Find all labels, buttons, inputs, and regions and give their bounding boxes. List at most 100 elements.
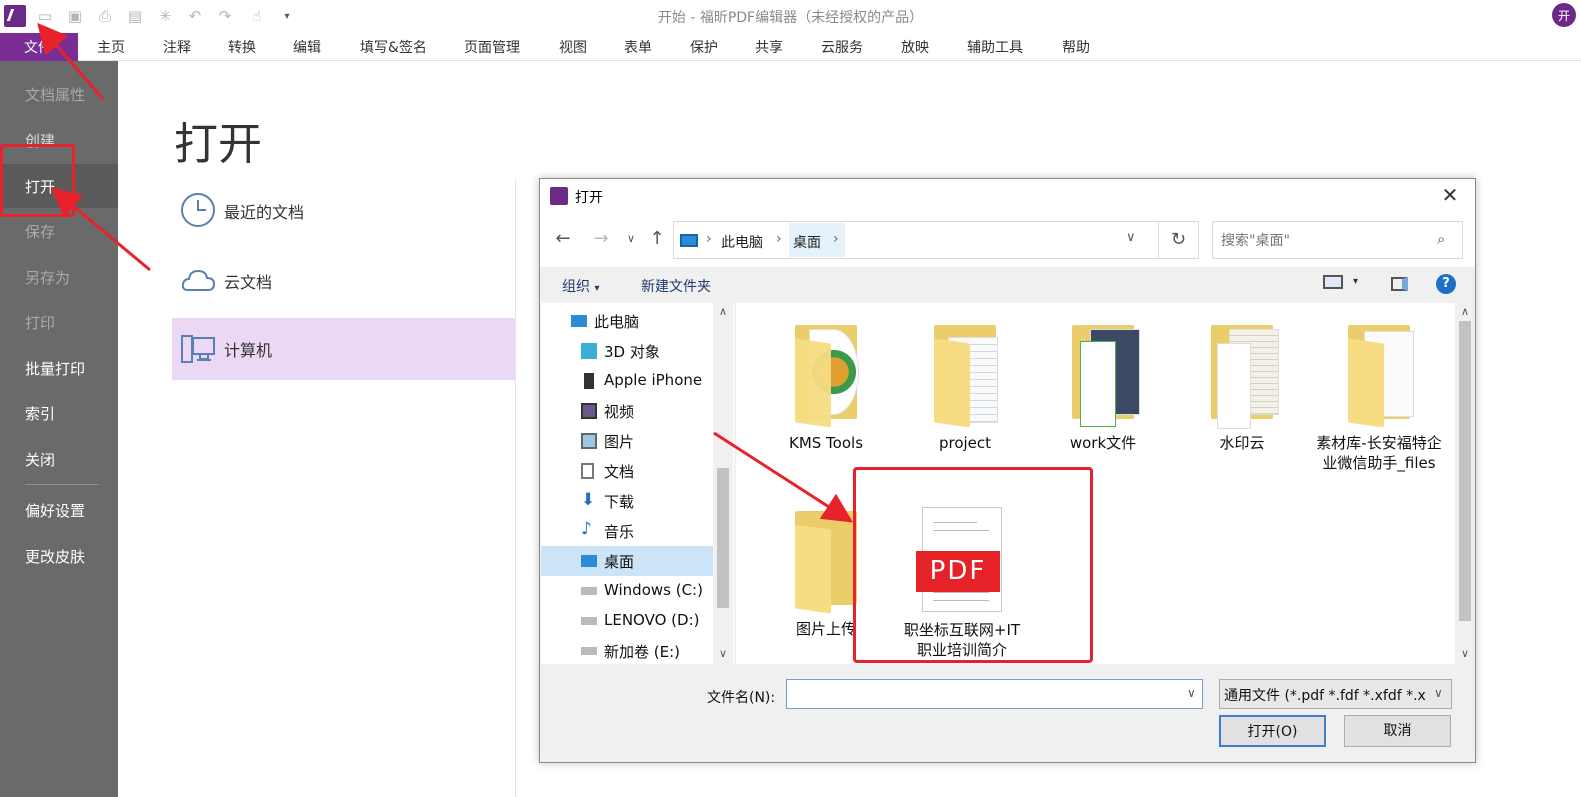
nav-item-3d-objects[interactable]: 3D 对象 xyxy=(541,336,713,366)
sidebar-item-print[interactable]: 打印 xyxy=(0,300,118,344)
view-mode-icon[interactable] xyxy=(1323,275,1343,289)
content-divider xyxy=(515,180,516,797)
folder-flap-icon xyxy=(1348,338,1384,428)
file-name: project xyxy=(938,434,992,452)
chevron-up-icon[interactable]: ∧ xyxy=(1455,305,1475,318)
nav-item-apple-iphone[interactable]: Apple iPhone xyxy=(541,366,713,396)
chevron-up-icon[interactable]: ∧ xyxy=(713,305,733,318)
nav-item-drive-d[interactable]: LENOVO (D:) xyxy=(541,606,713,636)
back-arrow-icon[interactable]: ← xyxy=(552,227,574,253)
chevron-down-icon[interactable]: ∨ xyxy=(1126,230,1136,245)
chevron-right-icon[interactable]: › xyxy=(833,231,839,247)
nav-item-label: 视频 xyxy=(604,403,635,421)
close-icon[interactable]: ✕ xyxy=(1436,183,1464,209)
chevron-down-icon[interactable]: ∨ xyxy=(1455,647,1475,660)
folder-flap-icon xyxy=(934,338,970,428)
nav-item-label: 图片 xyxy=(604,433,635,451)
help-icon[interactable]: ? xyxy=(1436,274,1456,294)
menu-convert[interactable]: 转换 xyxy=(228,37,256,57)
open-option-computer[interactable]: 计算机 xyxy=(172,318,515,380)
app-logo-icon xyxy=(550,187,568,205)
sidebar-item-batch-print[interactable]: 批量打印 xyxy=(0,346,118,390)
cancel-button[interactable]: 取消 xyxy=(1344,715,1451,747)
filetype-select[interactable]: 通用文件 (*.pdf *.fdf *.xfdf *.x xyxy=(1219,679,1452,709)
nav-item-documents[interactable]: 文档 xyxy=(541,456,713,486)
search-icon[interactable]: ⌕ xyxy=(1437,230,1445,248)
menu-help[interactable]: 帮助 xyxy=(1062,37,1090,57)
file-name: work文件 xyxy=(1069,434,1137,452)
refresh-icon[interactable]: ↻ xyxy=(1159,221,1199,259)
menu-accessibility[interactable]: 辅助工具 xyxy=(967,37,1023,57)
nav-item-drive-e[interactable]: 新加卷 (E:) xyxy=(541,636,713,664)
menu-file[interactable]: 文件 xyxy=(0,33,78,61)
chevron-down-icon[interactable]: ∨ xyxy=(1187,686,1196,700)
cloud-icon xyxy=(181,269,216,291)
open-option-recent[interactable]: 最近的文档 xyxy=(172,180,515,242)
filename-input[interactable] xyxy=(786,679,1203,709)
chevron-down-icon[interactable]: ∨ xyxy=(713,647,733,660)
nav-item-label: 下载 xyxy=(604,493,635,511)
chevron-right-icon[interactable]: › xyxy=(706,231,712,247)
file-item-material-library[interactable]: 素材库-长安福特企业微信助手_files xyxy=(1314,323,1444,503)
search-box[interactable]: ⌕ xyxy=(1212,221,1463,259)
nav-item-this-pc[interactable]: 此电脑 xyxy=(541,306,713,336)
preview-pane-icon[interactable] xyxy=(1391,277,1408,291)
recent-locations-chevron-icon[interactable]: ∨ xyxy=(620,227,642,253)
organize-button[interactable]: 组织 ▾ xyxy=(562,276,599,296)
breadcrumb-this-pc[interactable]: 此电脑 xyxy=(721,232,763,252)
file-item-watermark-cloud[interactable]: 水印云 xyxy=(1177,323,1307,503)
menu-fill-sign[interactable]: 填写&签名 xyxy=(360,37,427,57)
nav-item-label: 文档 xyxy=(604,463,635,481)
menu-edit[interactable]: 编辑 xyxy=(293,37,321,57)
menu-comment[interactable]: 注释 xyxy=(163,37,191,57)
address-bar[interactable]: › 此电脑 › 桌面 › ∨ xyxy=(673,221,1159,259)
chevron-down-icon[interactable]: ∨ xyxy=(1434,686,1443,700)
navigation-scrollbar[interactable]: ∧ ∨ xyxy=(713,303,733,664)
chevron-right-icon[interactable]: › xyxy=(776,231,782,247)
menu-form[interactable]: 表单 xyxy=(624,37,652,57)
menu-slideshow[interactable]: 放映 xyxy=(901,37,929,57)
window-title: 开始 - 福昕PDF编辑器（未经授权的产品） xyxy=(657,10,924,26)
sidebar-item-save-as[interactable]: 另存为 xyxy=(0,255,118,299)
scrollbar-thumb[interactable] xyxy=(717,468,729,608)
chevron-down-icon[interactable]: ▾ xyxy=(1353,276,1358,287)
user-avatar[interactable]: 开 xyxy=(1552,3,1576,27)
nav-item-videos[interactable]: 视频 xyxy=(541,396,713,426)
menu-page-manage[interactable]: 页面管理 xyxy=(464,37,520,57)
nav-item-downloads[interactable]: ⬇ 下载 xyxy=(541,486,713,516)
sidebar-item-skin[interactable]: 更改皮肤 xyxy=(0,534,118,578)
open-option-label: 最近的文档 xyxy=(224,203,305,222)
up-arrow-icon[interactable]: ↑ xyxy=(646,227,668,253)
pdf-preview-icon xyxy=(1217,343,1251,429)
menu-home[interactable]: 主页 xyxy=(97,37,125,57)
sidebar-item-close[interactable]: 关闭 xyxy=(0,437,118,481)
nav-item-label: Windows (C:) xyxy=(604,581,703,599)
scrollbar-thumb[interactable] xyxy=(1459,321,1471,621)
menu-share[interactable]: 共享 xyxy=(755,37,783,57)
file-name: KMS Tools xyxy=(788,434,864,452)
nav-item-drive-c[interactable]: Windows (C:) xyxy=(541,576,713,606)
computer-icon xyxy=(680,234,698,247)
folder-flap-icon xyxy=(795,524,831,614)
nav-item-music[interactable]: ♪ 音乐 xyxy=(541,516,713,546)
sidebar-item-preferences[interactable]: 偏好设置 xyxy=(0,488,118,532)
open-button[interactable]: 打开(O) xyxy=(1219,715,1326,747)
forward-arrow-icon[interactable]: → xyxy=(590,227,612,253)
sidebar-item-properties[interactable]: 文档属性 xyxy=(0,72,118,116)
nav-item-pictures[interactable]: 图片 xyxy=(541,426,713,456)
download-arrow-icon: ⬇ xyxy=(581,490,596,510)
new-folder-button[interactable]: 新建文件夹 xyxy=(641,276,711,296)
open-option-cloud[interactable]: 云文档 xyxy=(172,250,515,312)
menu-view[interactable]: 视图 xyxy=(559,37,587,57)
breadcrumb-desktop[interactable]: 桌面 xyxy=(793,232,821,252)
drive-icon xyxy=(581,617,597,625)
file-list-scrollbar[interactable]: ∧ ∨ xyxy=(1455,303,1475,664)
music-note-icon: ♪ xyxy=(581,519,592,539)
dialog-title-bar: 打开 ✕ xyxy=(540,179,1475,213)
search-input[interactable] xyxy=(1221,231,1421,251)
sidebar-item-index[interactable]: 索引 xyxy=(0,391,118,435)
menu-cloud[interactable]: 云服务 xyxy=(821,37,863,57)
menu-protect[interactable]: 保护 xyxy=(690,37,718,57)
sidebar-divider xyxy=(25,484,99,485)
nav-item-desktop[interactable]: 桌面 xyxy=(541,546,713,576)
